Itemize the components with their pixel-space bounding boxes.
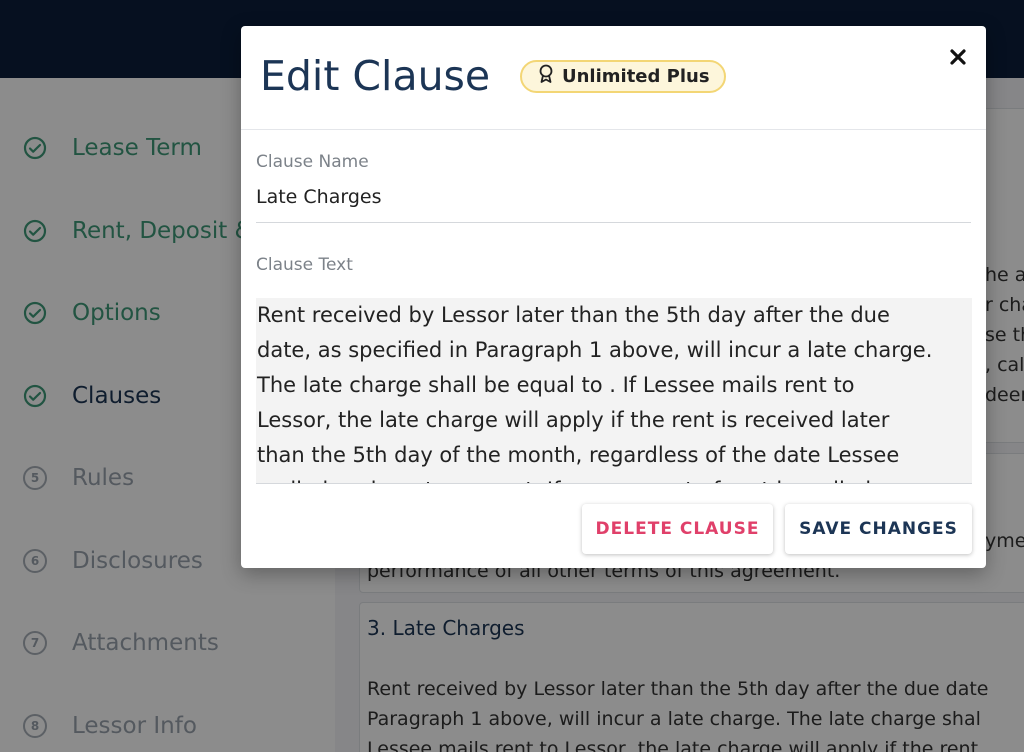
clause-text-input[interactable]: Rent received by Lessor later than the 5… [256, 298, 972, 484]
clause-text-line: than the 5th day of the month, regardles… [257, 443, 900, 467]
modal-header: Edit Clause Unlimited Plus [241, 26, 986, 130]
clause-name-label: Clause Name [256, 152, 369, 172]
input-underline [256, 222, 971, 223]
clause-text-line: mailed such rent payment. If any amount … [257, 473, 972, 483]
plan-badge: Unlimited Plus [520, 60, 726, 93]
edit-clause-modal: Edit Clause Unlimited Plus Clause Name L… [241, 26, 986, 568]
clause-text-line: The late charge shall be equal to . If L… [257, 373, 855, 397]
clause-text-line: Lessor, the late charge will apply if th… [257, 408, 890, 432]
award-ribbon-icon [538, 64, 554, 89]
delete-clause-button[interactable]: DELETE CLAUSE [582, 504, 773, 554]
modal-title: Edit Clause [260, 52, 491, 100]
plan-badge-label: Unlimited Plus [562, 66, 710, 87]
close-icon[interactable] [945, 44, 971, 70]
save-changes-button[interactable]: SAVE CHANGES [785, 504, 972, 554]
clause-text-line: date, as specified in Paragraph 1 above,… [257, 338, 933, 362]
clause-text-line: Rent received by Lessor later than the 5… [257, 303, 890, 327]
clause-text-label: Clause Text [256, 255, 353, 275]
clause-name-input[interactable]: Late Charges [256, 186, 382, 208]
